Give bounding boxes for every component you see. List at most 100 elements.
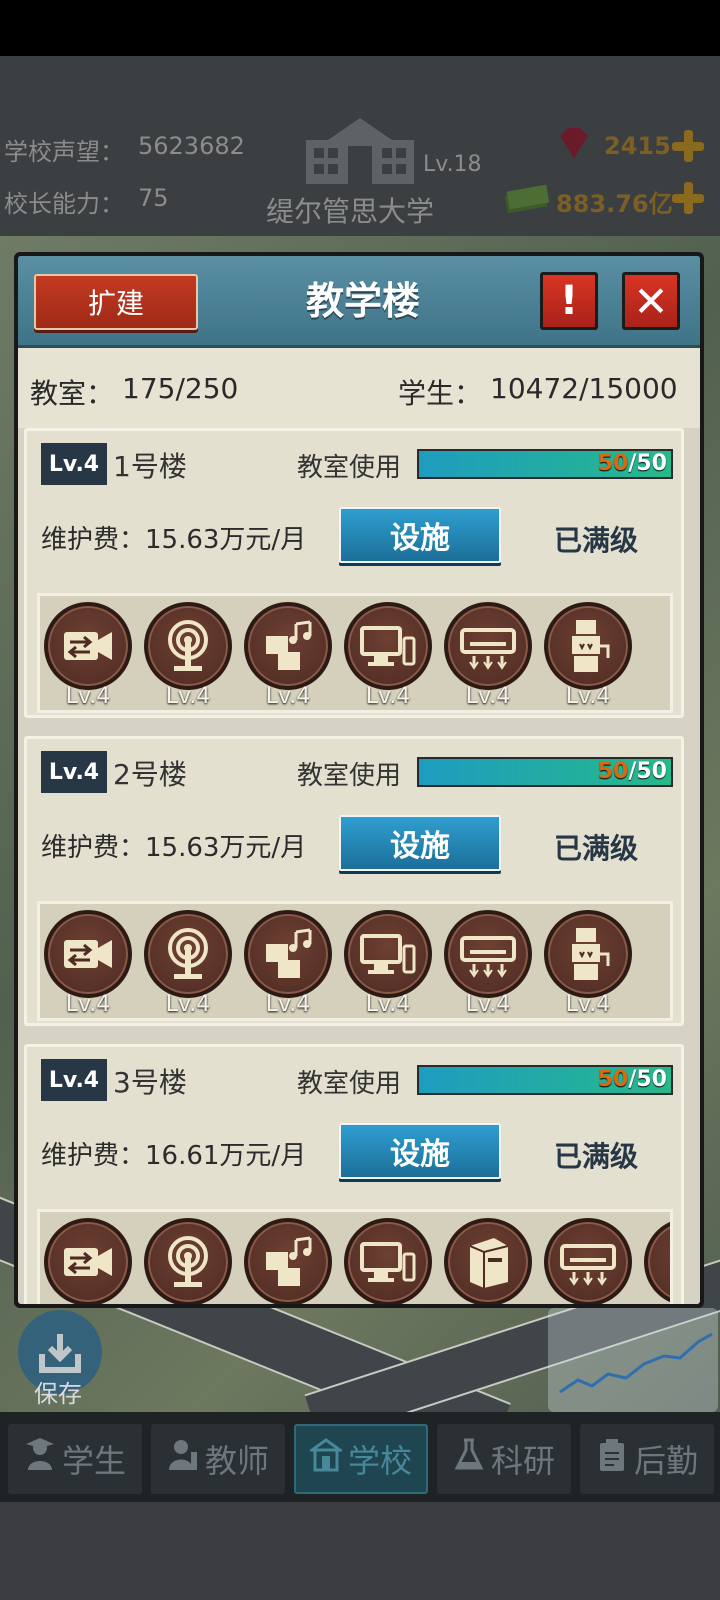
gem-count: 2415 — [604, 132, 671, 160]
facility-item[interactable]: Lv.4 — [344, 910, 432, 1017]
video-camera-icon[interactable] — [44, 602, 132, 690]
video-camera-icon[interactable] — [44, 1218, 132, 1304]
usage-bar-text: 50/50 — [598, 1065, 667, 1095]
facility-item[interactable] — [44, 1218, 132, 1304]
facility-level: Lv.4 — [65, 684, 111, 709]
broadcast-antenna-icon[interactable] — [144, 1218, 232, 1304]
money-amount: 883.76亿 — [556, 190, 673, 218]
facility-icon-strip: Lv.4 Lv.4 Lv.4 Lv.4 Lv.4 Lv.4 — [37, 901, 673, 1021]
maintenance-fee: 维护费：15.63万元/月 — [41, 525, 307, 555]
facility-item[interactable]: Lv.4 — [44, 602, 132, 709]
video-camera-icon[interactable] — [44, 910, 132, 998]
computer-icon[interactable] — [344, 1218, 432, 1304]
air-conditioner-icon[interactable] — [544, 1218, 632, 1304]
max-level-status: 已满级 — [554, 524, 639, 557]
facility-item[interactable] — [544, 1218, 632, 1304]
system-nav-bar — [0, 1502, 720, 1600]
water-dispenser-icon[interactable] — [644, 1218, 670, 1304]
ability-label: 校长能力： — [4, 190, 124, 218]
nav-tab-label: 学校 — [347, 1442, 412, 1480]
nav-tab-school[interactable]: 学校 — [294, 1424, 428, 1494]
facility-item[interactable]: Lv.4 — [444, 602, 532, 709]
water-dispenser-icon[interactable] — [544, 602, 632, 690]
facility-item[interactable] — [444, 1218, 532, 1304]
facility-item[interactable]: Lv.4 — [244, 602, 332, 709]
teaching-building-panel: 扩建 教学楼 ! ✕ 教室： 175/250 学生： 10472/15000 L… — [14, 252, 704, 1308]
usage-capacity: /50 — [628, 451, 667, 476]
school-header: 学校声望： 5623682 校长能力： 75 Lv.18 缇尔管思大学 2415… — [0, 56, 720, 236]
usage-capacity: /50 — [628, 759, 667, 784]
nav-tab-label: 后勤 — [633, 1442, 698, 1480]
building-list[interactable]: Lv.4 1号楼 教室使用 50/50 维护费：15.63万元/月 设施 已满级 Lv.4 Lv… — [24, 428, 694, 1304]
save-label: 保存 — [34, 1380, 82, 1408]
usage-bar-text: 50/50 — [598, 757, 667, 787]
printer-icon[interactable] — [444, 1218, 532, 1304]
computer-icon[interactable] — [344, 602, 432, 690]
add-money-icon[interactable] — [672, 182, 704, 214]
facility-item[interactable] — [644, 1218, 670, 1304]
nav-tab-logistics-clipboard[interactable]: 后勤 — [580, 1424, 714, 1494]
facility-level: Lv.4 — [265, 992, 311, 1017]
multimedia-icon[interactable] — [244, 910, 332, 998]
logistics-clipboard-icon — [596, 1438, 628, 1480]
facility-level: Lv.4 — [365, 992, 411, 1017]
expand-button[interactable]: 扩建 — [34, 274, 198, 330]
panel-title: 教学楼 — [305, 279, 420, 323]
air-conditioner-icon[interactable] — [444, 910, 532, 998]
facility-button[interactable]: 设施 — [339, 1123, 501, 1179]
multimedia-icon[interactable] — [244, 602, 332, 690]
building-level-badge: Lv.4 — [41, 443, 107, 485]
building-card: Lv.4 3号楼 教室使用 50/50 维护费：16.61万元/月 设施 已满级 — [24, 1044, 684, 1304]
facility-level: Lv.4 — [565, 992, 611, 1017]
facility-item[interactable]: Lv.4 — [544, 602, 632, 709]
building-level-badge: Lv.4 — [41, 751, 107, 793]
nav-tab-teacher[interactable]: 教师 — [151, 1424, 285, 1494]
facility-item[interactable]: Lv.4 — [144, 602, 232, 709]
facility-level: Lv.4 — [365, 684, 411, 709]
classroom-usage-bar: 50/50 — [417, 757, 673, 787]
facility-level: Lv.4 — [265, 684, 311, 709]
gem-icon — [560, 128, 588, 158]
broadcast-antenna-icon[interactable] — [144, 910, 232, 998]
water-dispenser-icon[interactable] — [544, 910, 632, 998]
nav-tab-student[interactable]: 学生 — [8, 1424, 142, 1494]
facility-item[interactable]: Lv.4 — [244, 910, 332, 1017]
facility-item[interactable]: Lv.4 — [444, 910, 532, 1017]
add-gems-icon[interactable] — [672, 130, 704, 162]
student-icon — [24, 1438, 56, 1480]
trend-chart-widget[interactable] — [548, 1308, 718, 1412]
facility-item[interactable] — [144, 1218, 232, 1304]
max-level-status: 已满级 — [554, 832, 639, 865]
broadcast-antenna-icon[interactable] — [144, 602, 232, 690]
multimedia-icon[interactable] — [244, 1218, 332, 1304]
building-level-badge: Lv.4 — [41, 1059, 107, 1101]
facility-button[interactable]: 设施 — [339, 507, 501, 563]
info-button[interactable]: ! — [540, 272, 598, 330]
computer-icon[interactable] — [344, 910, 432, 998]
facility-button[interactable]: 设施 — [339, 815, 501, 871]
classroom-usage-label: 教室使用 — [297, 761, 402, 791]
close-button[interactable]: ✕ — [622, 272, 680, 330]
nav-tab-research-flask[interactable]: 科研 — [437, 1424, 571, 1494]
facility-level: Lv.4 — [565, 684, 611, 709]
facility-level: Lv.4 — [465, 684, 511, 709]
facility-item[interactable]: Lv.4 — [44, 910, 132, 1017]
students-value: 10472/15000 — [490, 372, 678, 405]
nav-tab-label: 教师 — [204, 1442, 269, 1480]
facility-item[interactable] — [244, 1218, 332, 1304]
facility-item[interactable] — [344, 1218, 432, 1304]
classroom-usage-bar: 50/50 — [417, 1065, 673, 1095]
facility-item[interactable]: Lv.4 — [144, 910, 232, 1017]
building-card: Lv.4 2号楼 教室使用 50/50 维护费：15.63万元/月 设施 已满级 Lv.4 Lv… — [24, 736, 684, 1026]
facility-icon-strip: Lv.4 Lv.4 Lv.4 Lv.4 Lv.4 Lv.4 — [37, 593, 673, 713]
panel-body: 扩建 教学楼 ! ✕ 教室： 175/250 学生： 10472/15000 L… — [18, 256, 700, 1304]
building-name: 2号楼 — [113, 758, 187, 791]
air-conditioner-icon[interactable] — [444, 602, 532, 690]
usage-current: 50 — [597, 1067, 629, 1092]
usage-bar-text: 50/50 — [598, 449, 667, 479]
facility-item[interactable]: Lv.4 — [344, 602, 432, 709]
building-card: Lv.4 1号楼 教室使用 50/50 维护费：15.63万元/月 设施 已满级 Lv.4 Lv… — [24, 428, 684, 718]
classrooms-value: 175/250 — [122, 372, 239, 405]
max-level-status: 已满级 — [554, 1140, 639, 1173]
facility-item[interactable]: Lv.4 — [544, 910, 632, 1017]
